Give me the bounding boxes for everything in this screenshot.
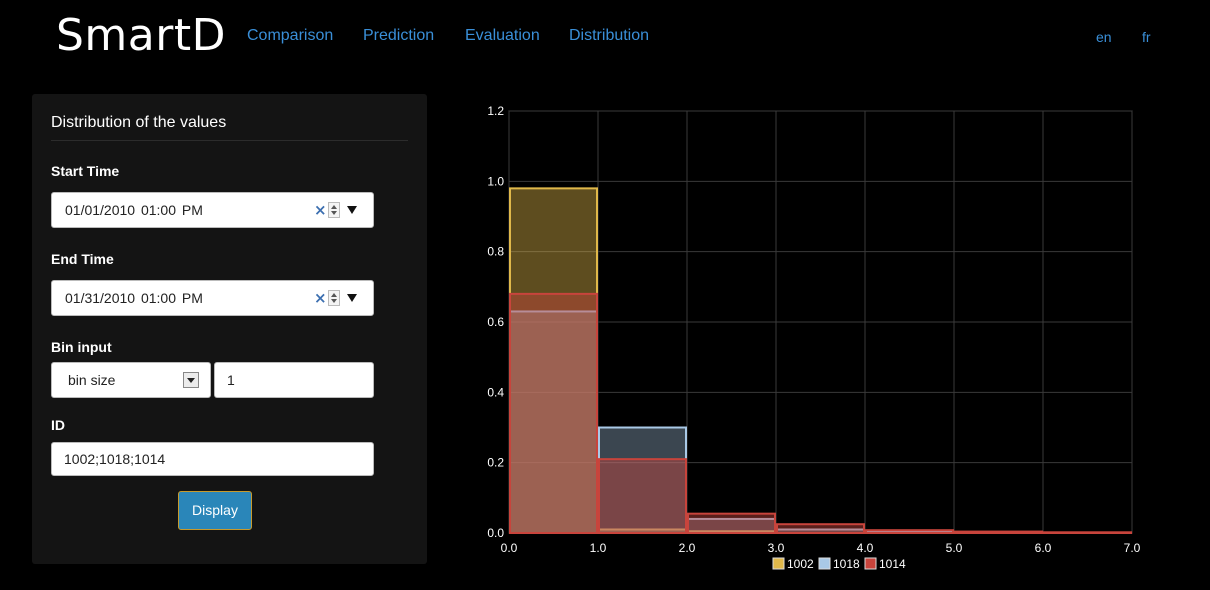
display-button[interactable]: Display bbox=[178, 491, 252, 530]
bin-type-select[interactable]: bin size bbox=[51, 362, 211, 398]
legend-swatch-1014[interactable] bbox=[864, 557, 877, 570]
legend-swatch-1018[interactable] bbox=[818, 557, 831, 570]
nav-evaluation[interactable]: Evaluation bbox=[465, 27, 540, 45]
y-tick-label: 1.2 bbox=[487, 104, 504, 118]
y-tick-label: 0.8 bbox=[487, 245, 504, 259]
bar-1014-bin-4[interactable] bbox=[865, 529, 954, 535]
app-logo-title[interactable]: SmartD bbox=[56, 10, 226, 61]
id-input[interactable]: 1002;1018;1014 bbox=[51, 442, 374, 476]
end-time-label: End Time bbox=[51, 251, 114, 267]
language-en-link[interactable]: en bbox=[1096, 29, 1112, 45]
chart-legend[interactable]: 1002 1018 1014 bbox=[772, 557, 906, 571]
x-tick-label: 6.0 bbox=[1035, 541, 1052, 555]
select-arrow-icon[interactable] bbox=[183, 372, 199, 388]
bar-1014-bin-1[interactable] bbox=[598, 458, 687, 534]
end-time-value[interactable]: 01/31/2010 01:00 PM bbox=[65, 290, 203, 306]
legend-label-1018[interactable]: 1018 bbox=[833, 557, 860, 571]
bar-1014-bin-3[interactable] bbox=[776, 523, 865, 535]
start-time-spinner-icon[interactable] bbox=[328, 202, 340, 218]
distribution-form-panel: Distribution of the values Start Time 01… bbox=[32, 94, 427, 564]
bin-value-input[interactable]: 1 bbox=[214, 362, 374, 398]
x-tick-label: 0.0 bbox=[501, 541, 518, 555]
id-value[interactable]: 1002;1018;1014 bbox=[64, 451, 165, 467]
y-tick-label: 0.2 bbox=[487, 456, 504, 470]
start-time-value[interactable]: 01/01/2010 01:00 PM bbox=[65, 202, 203, 218]
start-time-clear-icon[interactable]: × bbox=[314, 201, 327, 219]
bar-1014-bin-0[interactable] bbox=[509, 292, 598, 534]
legend-swatch-1002[interactable] bbox=[772, 557, 785, 570]
start-time-field[interactable]: 01/01/2010 01:00 PM × bbox=[51, 192, 374, 228]
legend-label-1002[interactable]: 1002 bbox=[787, 557, 814, 571]
y-tick-label: 1.0 bbox=[487, 174, 504, 188]
start-time-label: Start Time bbox=[51, 163, 120, 179]
bar-1014-bin-2[interactable] bbox=[687, 512, 776, 534]
distribution-histogram: 0.0 1.0 2.0 3.0 4.0 5.0 6.0 7.0 0.0 0.2 0.4 0.6 0.8 1… bbox=[487, 104, 1141, 571]
end-time-field[interactable]: 01/31/2010 01:00 PM × bbox=[51, 280, 374, 316]
language-fr-link[interactable]: fr bbox=[1142, 29, 1151, 45]
end-time-clear-icon[interactable]: × bbox=[314, 289, 327, 307]
bar-1014-bin-6[interactable] bbox=[1043, 531, 1132, 534]
bar-1014-bin-5[interactable] bbox=[954, 530, 1043, 534]
end-time-spinner-icon[interactable] bbox=[328, 290, 340, 306]
x-tick-label: 3.0 bbox=[768, 541, 785, 555]
x-tick-label: 1.0 bbox=[590, 541, 607, 555]
panel-title: Distribution of the values bbox=[51, 114, 408, 141]
bin-input-label: Bin input bbox=[51, 339, 112, 355]
nav-prediction[interactable]: Prediction bbox=[363, 27, 434, 45]
id-label: ID bbox=[51, 417, 65, 433]
start-time-dropdown-icon[interactable] bbox=[347, 206, 357, 214]
bin-type-selected[interactable]: bin size bbox=[68, 372, 115, 388]
nav-distribution[interactable]: Distribution bbox=[569, 27, 649, 45]
bin-value[interactable]: 1 bbox=[227, 372, 235, 388]
x-tick-label: 5.0 bbox=[946, 541, 963, 555]
nav-comparison[interactable]: Comparison bbox=[247, 27, 333, 45]
y-tick-label: 0.6 bbox=[487, 315, 504, 329]
end-time-dropdown-icon[interactable] bbox=[347, 294, 357, 302]
x-tick-label: 2.0 bbox=[679, 541, 696, 555]
x-tick-label: 7.0 bbox=[1124, 541, 1141, 555]
legend-label-1014[interactable]: 1014 bbox=[879, 557, 906, 571]
y-tick-label: 0.4 bbox=[487, 385, 504, 399]
y-tick-label: 0.0 bbox=[487, 526, 504, 540]
x-tick-label: 4.0 bbox=[857, 541, 874, 555]
